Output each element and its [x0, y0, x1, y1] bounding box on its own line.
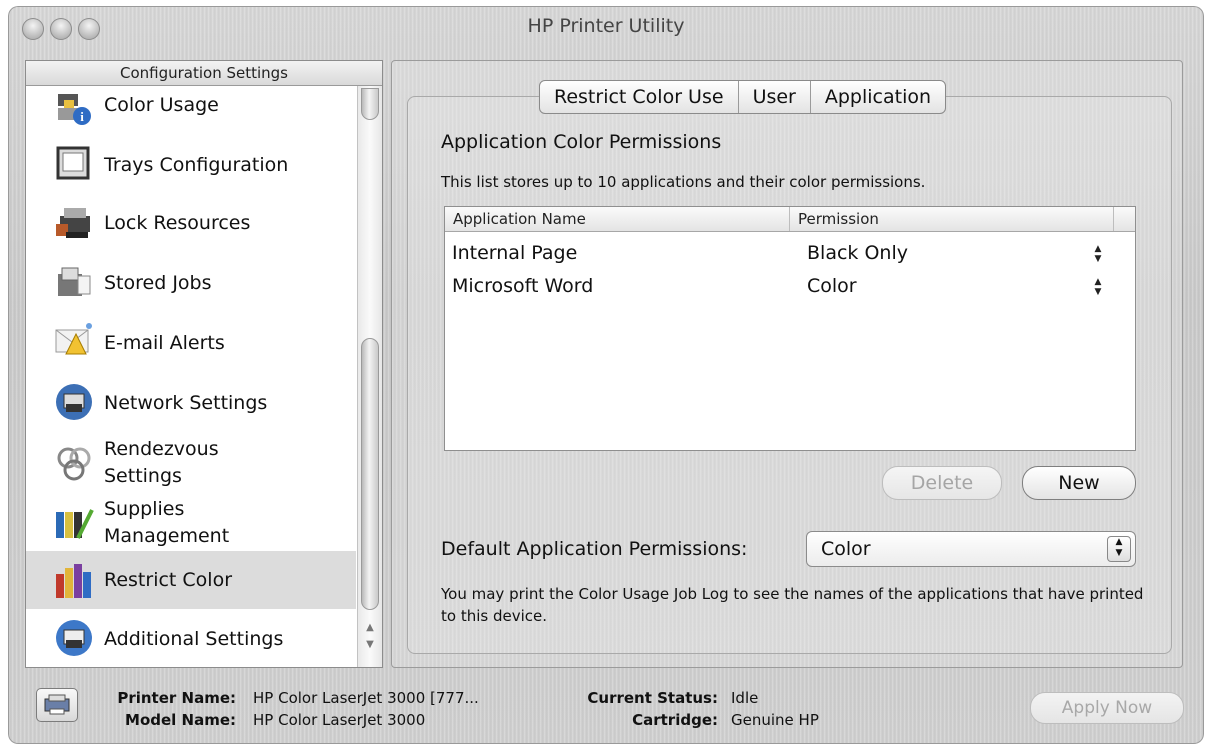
updown-arrows-icon[interactable]: ▲ ▼: [1093, 277, 1103, 297]
table-header: Application Name Permission: [445, 207, 1135, 232]
title-bar: HP Printer Utility: [8, 6, 1204, 50]
supplies-icon: [56, 509, 94, 539]
sidebar-item-network-settings[interactable]: Network Settings: [26, 374, 356, 432]
tray-icon: [56, 146, 90, 180]
svg-text:i: i: [80, 109, 84, 124]
column-header-permission[interactable]: Permission: [790, 207, 1114, 231]
sidebar-item-label-line1: Rendezvous: [104, 438, 219, 460]
default-permissions-select[interactable]: Color ▲ ▼: [806, 531, 1136, 567]
sidebar-item-supplies-management[interactable]: Supplies Management: [26, 494, 356, 552]
window-title: HP Printer Utility: [527, 15, 685, 37]
sidebar-item-label-line1: Supplies: [104, 498, 185, 520]
current-status-value: Idle: [731, 689, 759, 707]
current-status-label: Current Status:: [587, 689, 718, 707]
permission-cell[interactable]: Black Only: [807, 237, 908, 270]
model-name-value: HP Color LaserJet 3000: [253, 711, 426, 729]
printer-name-label: Printer Name:: [117, 689, 236, 707]
model-name-label: Model Name:: [125, 711, 236, 729]
additional-settings-icon: [56, 620, 92, 656]
rendezvous-icon: [57, 447, 91, 481]
color-usage-icon: i: [58, 94, 91, 125]
printer-select-button[interactable]: [36, 688, 78, 722]
table-row[interactable]: Microsoft Word Color ▲ ▼: [445, 270, 1135, 303]
sidebar-header: Configuration Settings: [26, 61, 382, 86]
sidebar-item-trays-configuration[interactable]: Trays Configuration: [26, 136, 356, 192]
sidebar-item-email-alerts[interactable]: E-mail Alerts: [26, 314, 356, 372]
printer-icon: [44, 694, 70, 715]
default-permissions-value: Color: [821, 538, 871, 560]
apply-now-button[interactable]: Apply Now: [1030, 692, 1184, 724]
sidebar-item-additional-settings[interactable]: Additional Settings: [26, 610, 356, 667]
tab-application[interactable]: Application: [811, 81, 945, 113]
table-row[interactable]: Internal Page Black Only ▲ ▼: [445, 237, 1135, 270]
printer-name-value: HP Color LaserJet 3000 [777...: [253, 689, 479, 707]
lock-printer-icon: [56, 208, 90, 238]
column-header-application-name[interactable]: Application Name: [445, 207, 790, 231]
sidebar-item-label: E-mail Alerts: [104, 332, 225, 354]
section-title: Application Color Permissions: [441, 131, 722, 153]
sidebar-item-label-line2: Management: [104, 525, 230, 547]
configuration-sidebar: Configuration Settings i Color Usage Tra…: [25, 60, 383, 668]
sidebar-item-label: Restrict Color: [104, 569, 233, 591]
sidebar-item-label: Color Usage: [104, 94, 219, 116]
updown-arrows-icon[interactable]: ▲ ▼: [1093, 244, 1103, 264]
default-permissions-label: Default Application Permissions:: [441, 538, 748, 560]
job-log-note: You may print the Color Usage Job Log to…: [441, 585, 1144, 625]
sidebar-item-label-line2: Settings: [104, 465, 182, 487]
delete-button[interactable]: Delete: [882, 466, 1002, 500]
new-button[interactable]: New: [1022, 466, 1136, 500]
sidebar-item-lock-resources[interactable]: Lock Resources: [26, 194, 356, 252]
application-name-cell: Internal Page: [452, 242, 578, 264]
sidebar-item-stored-jobs[interactable]: Stored Jobs: [26, 254, 356, 312]
tab-bar: Restrict Color Use User Application: [539, 80, 947, 114]
sidebar-scrollbar[interactable]: ▲ ▼: [357, 86, 382, 667]
restrict-color-icon: [56, 564, 91, 598]
section-description: This list stores up to 10 applications a…: [441, 173, 926, 191]
scroll-up-arrow-icon[interactable]: ▲: [358, 619, 382, 637]
cartridge-label: Cartridge:: [632, 711, 718, 729]
stored-jobs-icon: [58, 267, 91, 296]
application-name-cell: Microsoft Word: [452, 275, 594, 297]
select-arrows-icon: ▲ ▼: [1107, 536, 1131, 562]
settings-list: i Color Usage Trays Configuration Lock R…: [26, 86, 356, 667]
network-printer-icon: [56, 384, 92, 420]
permission-cell[interactable]: Color: [807, 270, 857, 303]
scroll-down-arrow-icon[interactable]: ▼: [358, 636, 382, 654]
sidebar-item-label: Stored Jobs: [104, 272, 212, 294]
application-permissions-table: Application Name Permission Internal Pag…: [444, 206, 1136, 451]
email-alert-icon: [55, 323, 92, 355]
sidebar-item-label: Trays Configuration: [104, 154, 289, 176]
tab-user[interactable]: User: [739, 81, 811, 113]
scroll-track-cap: [361, 88, 379, 120]
sidebar-item-color-usage[interactable]: i Color Usage: [26, 86, 356, 130]
cartridge-value: Genuine HP: [731, 711, 819, 729]
sidebar-item-rendezvous-settings[interactable]: Rendezvous Settings: [26, 434, 356, 492]
sidebar-item-restrict-color[interactable]: Restrict Color: [26, 551, 356, 609]
scroll-thumb[interactable]: [361, 338, 379, 610]
sidebar-item-label: Lock Resources: [104, 212, 251, 234]
sidebar-item-label: Network Settings: [104, 392, 268, 414]
sidebar-item-label: Additional Settings: [104, 628, 284, 650]
tab-restrict-color-use[interactable]: Restrict Color Use: [540, 81, 739, 113]
